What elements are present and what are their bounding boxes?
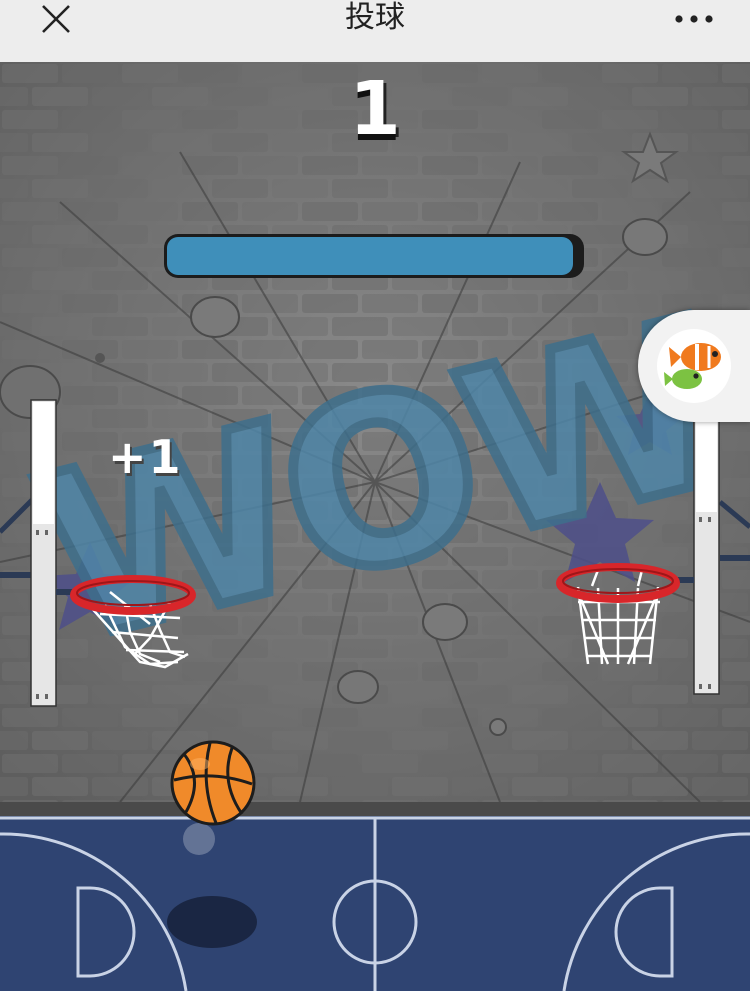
more-options-button[interactable] (664, 0, 724, 38)
right-hoop (556, 402, 750, 695)
court-edge (0, 802, 750, 816)
court-floor (0, 816, 750, 991)
more-dots-icon (675, 15, 713, 23)
timer-fill (167, 237, 573, 275)
clownfish-icon (664, 343, 721, 389)
basketball-icon[interactable] (170, 740, 256, 826)
game-canvas[interactable]: WOW 1 +1 (0, 62, 750, 991)
plus-one-popup: +1 (108, 430, 183, 484)
timer-bar (164, 234, 584, 278)
score-counter: 1 (349, 66, 401, 152)
top-nav-bar: 投球 (0, 0, 750, 62)
floating-mascot-button[interactable] (638, 310, 750, 422)
page-title: 投球 (345, 0, 405, 35)
